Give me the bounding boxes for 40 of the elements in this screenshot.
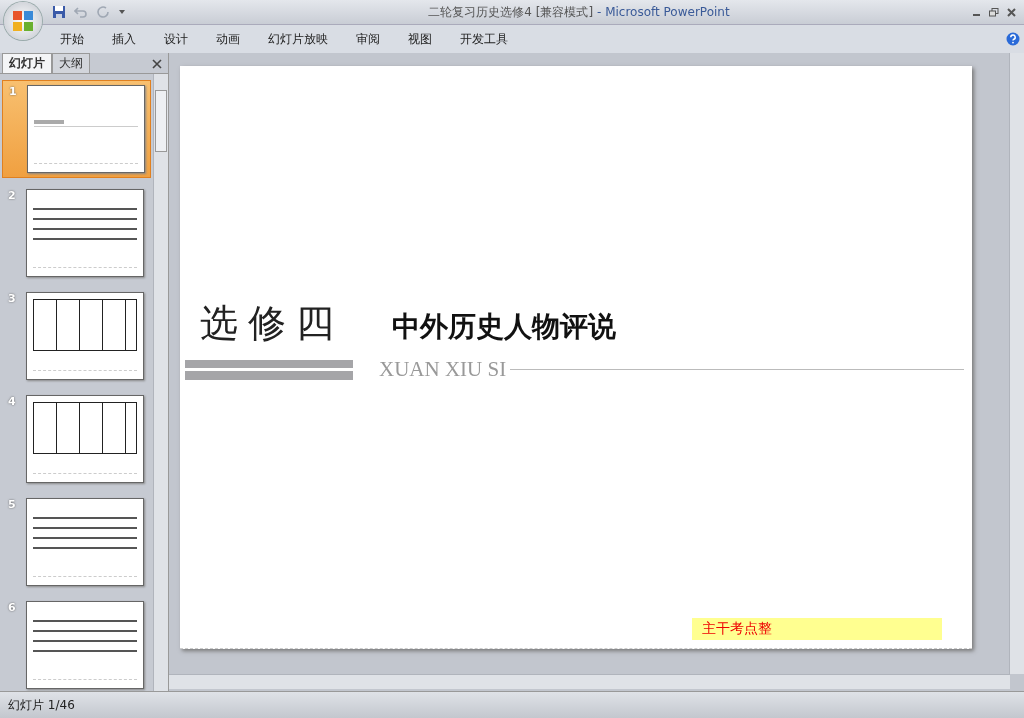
ribbon-tab[interactable]: 动画 bbox=[216, 30, 240, 48]
slide-thumbnail[interactable] bbox=[26, 395, 144, 483]
scrollbar[interactable] bbox=[153, 74, 168, 691]
slide-title: 中外历史人物评说 bbox=[392, 309, 616, 345]
ribbon-tab[interactable]: 设计 bbox=[164, 30, 188, 48]
slide-thumbnail[interactable] bbox=[27, 85, 145, 173]
slide-number: 1 bbox=[9, 85, 17, 98]
footer-label: 主干考点整 bbox=[692, 618, 942, 640]
save-icon[interactable] bbox=[52, 5, 66, 19]
scrollbar[interactable] bbox=[169, 674, 1010, 689]
ribbon-tab[interactable]: 开发工具 bbox=[460, 30, 508, 48]
ribbon-tab[interactable]: 开始 bbox=[60, 30, 84, 48]
slide-thumbnail[interactable] bbox=[26, 601, 144, 689]
slide-number: 2 bbox=[8, 189, 16, 202]
slide-thumbnail[interactable] bbox=[26, 292, 144, 380]
close-icon[interactable] bbox=[1007, 7, 1016, 17]
ribbon-tab[interactable]: 幻灯片放映 bbox=[268, 30, 328, 48]
window-title: 二轮复习历史选修4 [兼容模式] bbox=[428, 4, 594, 19]
close-icon[interactable] bbox=[152, 59, 162, 69]
ribbon-tab[interactable]: 插入 bbox=[112, 30, 136, 48]
help-icon[interactable] bbox=[1006, 32, 1020, 46]
logo-icon bbox=[10, 8, 36, 34]
restore-icon[interactable] bbox=[989, 7, 999, 17]
ribbon-tab[interactable]: 视图 bbox=[408, 30, 432, 48]
office-button[interactable] bbox=[4, 2, 42, 40]
slide-thumbnail[interactable] bbox=[26, 189, 144, 277]
app-name: - Microsoft PowerPoint bbox=[597, 4, 730, 19]
slide-thumbnail[interactable] bbox=[26, 498, 144, 586]
ribbon-tab[interactable]: 审阅 bbox=[356, 30, 380, 48]
dropdown-icon[interactable] bbox=[118, 8, 126, 16]
slide-number: 5 bbox=[8, 498, 16, 511]
panel-tab[interactable]: 大纲 bbox=[52, 53, 90, 73]
slide-subtitle: XUAN XIU SI bbox=[379, 357, 507, 382]
slide-number: 4 bbox=[8, 395, 16, 408]
panel-tab[interactable]: 幻灯片 bbox=[2, 53, 52, 73]
slide-number: 3 bbox=[8, 292, 16, 305]
slide-label: 选修四 bbox=[200, 300, 344, 347]
slide-number: 6 bbox=[8, 601, 16, 614]
slide-counter: 幻灯片 1/46 bbox=[8, 696, 75, 714]
scrollbar[interactable] bbox=[1009, 53, 1024, 674]
